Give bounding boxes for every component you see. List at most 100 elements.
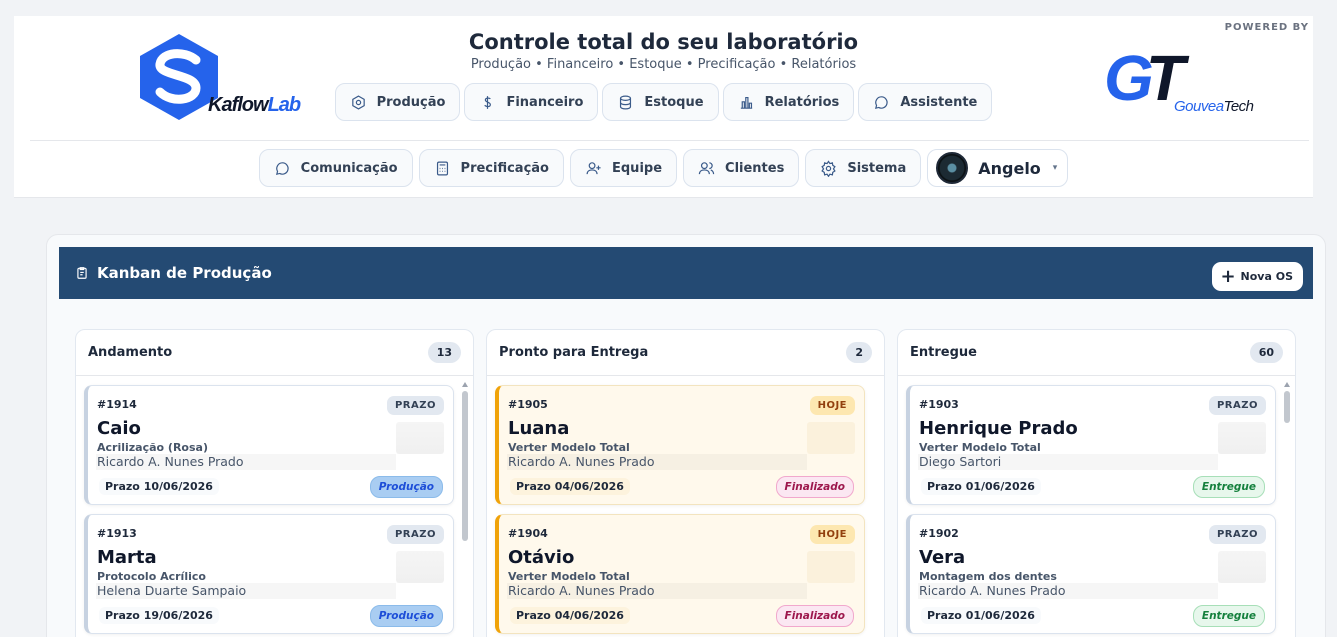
card-placeholder (807, 551, 855, 583)
column-count-badge: 2 (846, 342, 872, 363)
deadline-badge: HOJE (809, 396, 855, 415)
deadline-date: Prazo 04/06/2026 (510, 478, 630, 495)
os-card[interactable]: #1904 HOJE Otávio Verter Modelo Total Ri… (495, 514, 865, 634)
dentist-name: Ricardo A. Nunes Prado (97, 454, 244, 469)
column-title: Andamento (88, 345, 173, 360)
nav-estoque-button[interactable]: Estoque (602, 83, 719, 121)
column-header: Pronto para Entrega 2 (487, 330, 884, 376)
patient-name: Henrique Prado (919, 418, 1078, 439)
kanban-column-pronto-para-entrega: Pronto para Entrega 2 #1905 HOJE Luana V… (486, 329, 885, 637)
nav-relatorios-button[interactable]: Relatórios (722, 83, 855, 121)
nav-relatorios-label: Relatórios (764, 94, 840, 110)
calculator-icon (436, 161, 448, 175)
kanban-column-entregue: Entregue 60 #1903 PRAZO Henrique Prado V… (897, 329, 1296, 637)
chat-bubble-icon (275, 161, 289, 175)
new-os-button[interactable]: + Nova OS (1212, 262, 1303, 291)
column-count-badge: 60 (1249, 342, 1283, 363)
deadline-date: Prazo 01/06/2026 (921, 607, 1041, 624)
deadline-date: Prazo 01/06/2026 (921, 478, 1041, 495)
card-placeholder (1218, 422, 1266, 454)
nav-precificacao-label: Precificação (460, 160, 549, 176)
deadline-date: Prazo 10/06/2026 (99, 478, 219, 495)
os-number: #1902 (919, 527, 959, 540)
kanban-column-andamento: Andamento 13 #1914 PRAZO Caio Acrilizaçã… (75, 329, 474, 637)
user-menu-button[interactable]: Angelo ▾ (927, 149, 1069, 187)
database-icon (620, 95, 632, 109)
os-number: #1903 (919, 398, 959, 411)
scrollbar-thumb[interactable] (1284, 391, 1290, 423)
dentist-name: Ricardo A. Nunes Prado (919, 583, 1066, 598)
os-number: #1905 (508, 398, 548, 411)
dentist-name: Helena Duarte Sampaio (97, 583, 247, 598)
column-scrollbar[interactable] (461, 382, 469, 637)
deadline-date: Prazo 04/06/2026 (510, 607, 630, 624)
card-placeholder (396, 422, 444, 454)
status-badge: Produção (369, 605, 443, 627)
patient-name: Marta (97, 547, 157, 568)
status-badge: Finalizado (775, 476, 854, 498)
nav-estoque-label: Estoque (644, 94, 704, 110)
nav-producao-label: Produção (376, 94, 446, 110)
kanban-title: Kanban de Produção (97, 264, 272, 282)
hexagon-gear-icon (351, 94, 365, 110)
chat-bubble-icon (875, 95, 888, 109)
service-type: Acrilização (Rosa) (97, 441, 208, 454)
os-card[interactable]: #1902 PRAZO Vera Montagem dos dentes Ric… (906, 514, 1276, 634)
kanban-panel: Kanban de Produção + Nova OS Andamento 1… (46, 234, 1326, 637)
new-os-label: Nova OS (1240, 270, 1293, 283)
users-icon (698, 161, 715, 174)
deadline-badge: PRAZO (1208, 396, 1266, 415)
nav-financeiro-button[interactable]: Financeiro (464, 83, 599, 121)
column-header: Entregue 60 (898, 330, 1295, 376)
bar-chart-icon (740, 96, 752, 109)
nav-sistema-label: Sistema (847, 160, 907, 176)
primary-nav: Produção Financeiro Estoque Relatórios A… (14, 83, 1313, 121)
nav-clientes-button[interactable]: Clientes (683, 149, 800, 187)
scroll-up-arrow[interactable] (462, 382, 468, 387)
header-divider (30, 140, 1309, 141)
user-name: Angelo (978, 158, 1041, 178)
app-header: KaflowLab Controle total do seu laborató… (14, 16, 1313, 198)
nav-precificacao-button[interactable]: Precificação (418, 149, 564, 187)
nav-financeiro-label: Financeiro (506, 94, 584, 110)
dollar-icon (484, 95, 492, 109)
scroll-up-arrow[interactable] (1284, 382, 1290, 387)
service-type: Protocolo Acrílico (97, 570, 206, 583)
os-number: #1914 (97, 398, 137, 411)
service-type: Verter Modelo Total (508, 441, 630, 454)
nav-comunicacao-button[interactable]: Comunicação (258, 149, 413, 187)
os-card[interactable]: #1903 PRAZO Henrique Prado Verter Modelo… (906, 385, 1276, 505)
column-title: Entregue (910, 345, 977, 360)
secondary-nav: Comunicação Precificação Equipe Clientes… (14, 149, 1313, 187)
card-placeholder (807, 422, 855, 454)
patient-name: Luana (508, 418, 570, 439)
patient-name: Caio (97, 418, 141, 439)
column-header: Andamento 13 (76, 330, 473, 376)
nav-equipe-label: Equipe (612, 160, 663, 176)
os-number: #1904 (508, 527, 548, 540)
deadline-badge: PRAZO (386, 396, 444, 415)
dentist-name: Ricardo A. Nunes Prado (508, 583, 655, 598)
dentist-name: Ricardo A. Nunes Prado (508, 454, 655, 469)
chevron-down-icon: ▾ (1052, 163, 1058, 173)
plus-icon: + (1220, 265, 1236, 287)
service-type: Verter Modelo Total (919, 441, 1041, 454)
nav-assistente-button[interactable]: Assistente (858, 83, 993, 121)
os-card[interactable]: #1914 PRAZO Caio Acrilização (Rosa) Rica… (84, 385, 454, 505)
nav-clientes-label: Clientes (725, 160, 785, 176)
nav-equipe-button[interactable]: Equipe (570, 149, 678, 187)
nav-sistema-button[interactable]: Sistema (805, 149, 922, 187)
status-badge: Entregue (1192, 605, 1265, 627)
nav-comunicacao-label: Comunicação (300, 160, 398, 176)
column-scrollbar[interactable] (1283, 382, 1291, 637)
nav-producao-button[interactable]: Produção (334, 83, 461, 121)
card-placeholder (1218, 551, 1266, 583)
status-badge: Entregue (1192, 476, 1265, 498)
status-badge: Finalizado (775, 605, 854, 627)
dentist-name: Diego Sartori (919, 454, 1002, 469)
patient-name: Otávio (508, 547, 575, 568)
os-card[interactable]: #1913 PRAZO Marta Protocolo Acrílico Hel… (84, 514, 454, 634)
scrollbar-thumb[interactable] (462, 391, 468, 541)
nav-assistente-label: Assistente (900, 94, 978, 110)
os-card[interactable]: #1905 HOJE Luana Verter Modelo Total Ric… (495, 385, 865, 505)
